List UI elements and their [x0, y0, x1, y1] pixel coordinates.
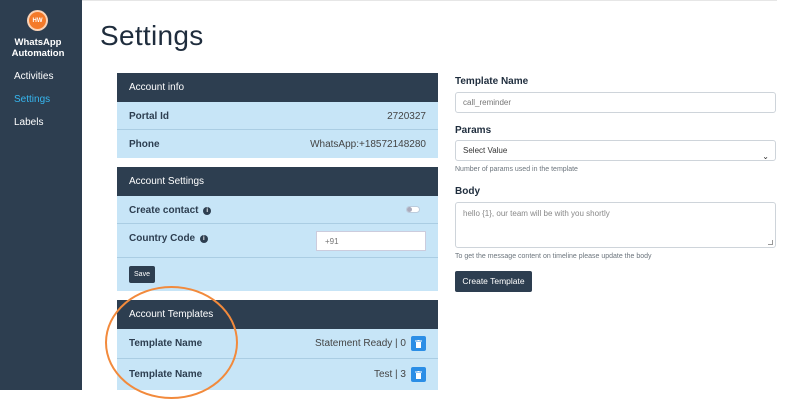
params-help-text: Number of params used in the template	[455, 166, 578, 173]
template-value: Test | 3	[373, 369, 406, 380]
params-selected-value: Select Value	[463, 146, 508, 155]
brand-line-2: Automation	[11, 48, 65, 59]
info-icon: i	[199, 235, 208, 243]
body-textarea[interactable]: hello {1}, our team will be with you sho…	[455, 202, 776, 248]
info-icon: i	[203, 207, 212, 215]
account-info-card: Account info Portal Id 2720327 Phone Wha…	[117, 73, 438, 158]
create-contact-row: Create contact i	[117, 196, 438, 224]
create-template-button[interactable]: Create Template	[455, 271, 532, 292]
create-contact-text: Create contact	[129, 205, 199, 216]
params-select[interactable]: Select Value ⌄	[455, 140, 776, 161]
chevron-down-icon: ⌄	[762, 152, 769, 161]
account-templates-card: Account Templates Template Name Statemen…	[117, 300, 438, 390]
phone-label: Phone	[129, 139, 160, 150]
phone-value: WhatsApp:+18572148280	[310, 139, 426, 150]
create-contact-toggle[interactable]	[406, 206, 420, 213]
phone-row: Phone WhatsApp:+18572148280	[117, 130, 438, 158]
country-code-row: Country Code i	[117, 224, 438, 258]
sidebar: HW WhatsApp Automation Activities Settin…	[0, 0, 82, 390]
template-name-input[interactable]	[455, 92, 776, 113]
portal-id-value: 2720327	[387, 111, 426, 122]
trash-icon	[415, 370, 422, 379]
country-code-label: Country Code i	[129, 233, 208, 244]
body-label: Body	[455, 186, 480, 197]
account-templates-header: Account Templates	[117, 300, 438, 329]
brand-name: WhatsApp Automation	[0, 37, 76, 59]
template-name-field-label: Template Name	[455, 76, 529, 87]
params-label: Params	[455, 125, 492, 136]
sidebar-item-activities[interactable]: Activities	[0, 70, 82, 93]
country-code-input[interactable]	[316, 231, 426, 251]
body-placeholder: hello {1}, our team will be with you sho…	[463, 209, 610, 218]
country-code-text: Country Code	[129, 233, 196, 244]
app-logo: HW	[29, 12, 46, 29]
template-row: Template Name Test | 3	[117, 359, 438, 390]
template-row: Template Name Statement Ready | 0	[117, 329, 438, 359]
delete-template-button[interactable]	[411, 367, 426, 382]
delete-template-button[interactable]	[411, 336, 426, 351]
resize-handle-icon[interactable]	[768, 240, 773, 245]
sidebar-nav: Activities Settings Labels	[0, 70, 82, 139]
create-contact-label: Create contact i	[129, 205, 212, 216]
template-value: Statement Ready | 0	[315, 338, 406, 349]
brand-line-1: WhatsApp	[14, 37, 62, 48]
sidebar-item-labels[interactable]: Labels	[0, 116, 82, 139]
account-settings-header: Account Settings	[117, 167, 438, 196]
portal-id-label: Portal Id	[129, 111, 170, 122]
template-name-label: Template Name	[129, 338, 203, 349]
account-info-header: Account info	[117, 73, 438, 102]
body-help-text: To get the message content on timeline p…	[455, 253, 652, 260]
save-button[interactable]: Save	[129, 266, 155, 283]
page-title: Settings	[100, 20, 204, 51]
template-name-label: Template Name	[129, 369, 203, 380]
top-divider	[82, 0, 777, 1]
sidebar-item-settings[interactable]: Settings	[0, 93, 82, 116]
portal-id-row: Portal Id 2720327	[117, 102, 438, 130]
trash-icon	[415, 339, 422, 348]
account-settings-card: Account Settings Create contact i Countr…	[117, 167, 438, 291]
